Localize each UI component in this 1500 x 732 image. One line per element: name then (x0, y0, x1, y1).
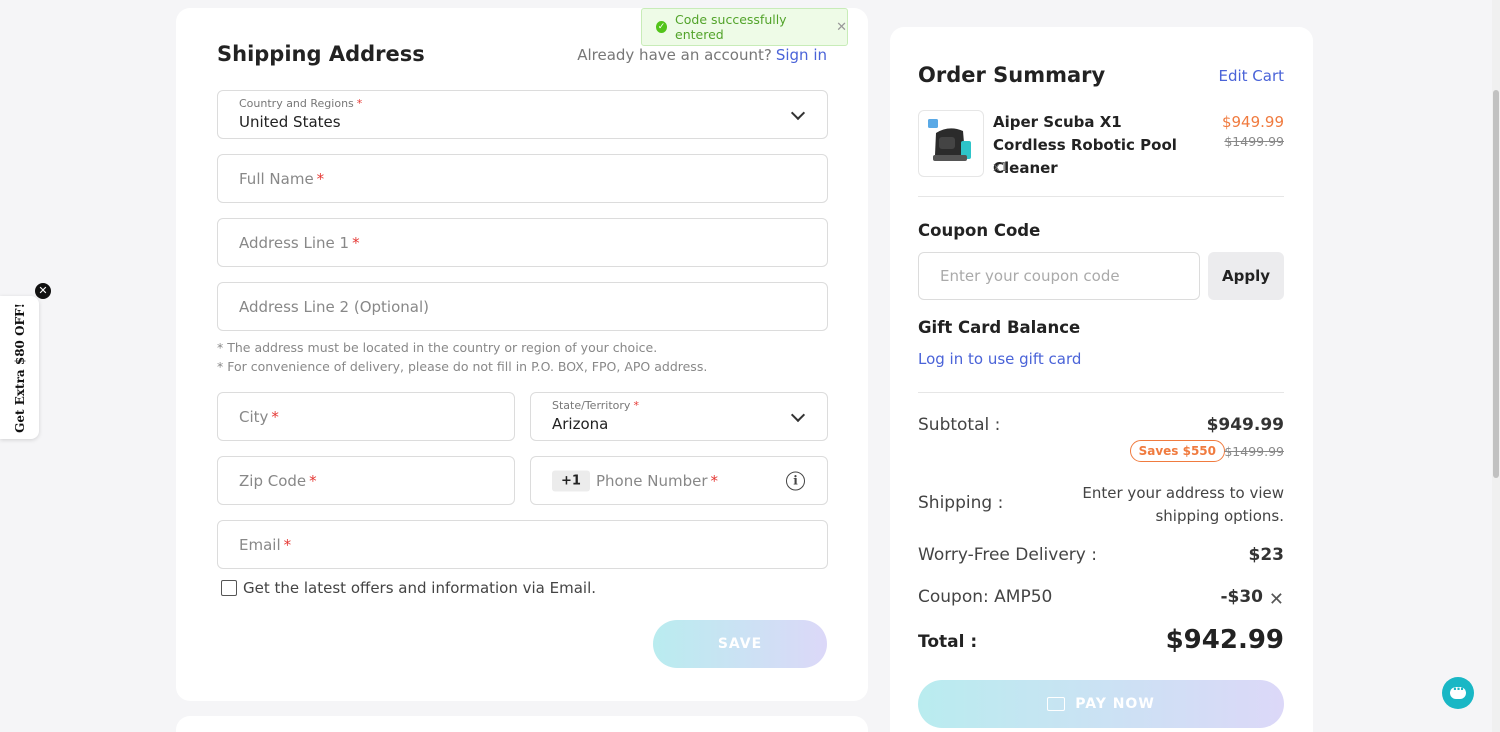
next-section-card (176, 716, 868, 732)
state-select[interactable]: State/Territory * Arizona (530, 392, 828, 441)
gift-card-title: Gift Card Balance (918, 318, 1081, 337)
address-line2-placeholder: Address Line 2 (Optional) (239, 297, 429, 316)
check-circle-icon: ✓ (656, 21, 668, 33)
shipping-label: Shipping : (918, 493, 1004, 513)
phone-prefix[interactable]: +1 (552, 470, 590, 491)
product-price: $949.99 (1221, 113, 1284, 131)
product-original-price: $1499.99 (1224, 134, 1284, 149)
address-line1-placeholder: Address Line 1 * (239, 233, 360, 252)
country-select[interactable]: Country and Regions * United States (217, 90, 828, 139)
product-name: Aiper Scuba X1 Cordless Robotic Pool Cle… (993, 113, 1177, 177)
scrollbar-thumb[interactable] (1493, 90, 1499, 478)
offers-label: Get the latest offers and information vi… (243, 579, 597, 597)
state-value: Arizona (552, 415, 609, 433)
phone-field[interactable]: +1 Phone Number * i (530, 456, 828, 505)
city-field[interactable]: City * (217, 392, 515, 441)
subtotal-original-price: $1499.99 (1224, 444, 1284, 459)
save-button[interactable]: SAVE (653, 620, 827, 668)
city-placeholder: City * (239, 407, 279, 426)
apply-button[interactable]: Apply (1208, 252, 1284, 300)
coupon-applied-label: Coupon: AMP50 (918, 587, 1053, 607)
pool-cleaner-icon (928, 119, 971, 161)
shipping-card: Shipping Address Already have an account… (176, 8, 868, 701)
phone-placeholder: Phone Number * (596, 471, 718, 490)
divider (918, 196, 1284, 197)
address-note-2: * For convenience of delivery, please do… (217, 359, 708, 374)
address-line2-field[interactable]: Address Line 2 (Optional) (217, 282, 828, 331)
divider (918, 392, 1284, 393)
product-qty: x1 (993, 160, 1008, 174)
promo-text: Get Extra $80 OFF! (13, 303, 27, 433)
chevron-down-icon (790, 407, 806, 422)
shipping-value: Enter your address to view shipping opti… (1082, 484, 1284, 525)
coupon-applied-value: -$30 (1220, 587, 1263, 607)
card-icon (1047, 697, 1066, 711)
scrollbar[interactable] (1492, 0, 1500, 732)
success-toast: ✓ Code successfully entered ✕ (641, 8, 848, 46)
promo-tab[interactable]: Get Extra $80 OFF! (0, 296, 39, 439)
pay-now-label: PAY NOW (1075, 696, 1155, 712)
email-placeholder: Email * (239, 535, 292, 554)
subtotal-label: Subtotal : (918, 415, 1001, 435)
worry-free-value: $23 (1248, 545, 1285, 565)
country-value: United States (239, 113, 341, 131)
total-value: $942.99 (1165, 625, 1284, 655)
chat-button[interactable] (1442, 677, 1474, 709)
coupon-title: Coupon Code (918, 221, 1041, 240)
toast-message: Code successfully entered (675, 12, 787, 42)
address-line1-field[interactable]: Address Line 1 * (217, 218, 828, 267)
coupon-placeholder: Enter your coupon code (940, 267, 1120, 285)
state-label: State/Territory * (552, 399, 639, 412)
product-image (918, 110, 984, 177)
saves-badge: Saves $550 (1129, 440, 1225, 462)
coupon-input[interactable]: Enter your coupon code (918, 252, 1200, 300)
edit-cart-link[interactable]: Edit Cart (1218, 67, 1284, 85)
chevron-down-icon (790, 105, 806, 120)
zip-placeholder: Zip Code * (239, 471, 317, 490)
worry-free-label: Worry-Free Delivery : (918, 545, 1097, 565)
full-name-placeholder: Full Name * (239, 169, 325, 188)
account-prompt-text: Already have an account? (577, 46, 772, 64)
zip-field[interactable]: Zip Code * (217, 456, 515, 505)
offers-checkbox[interactable] (221, 580, 237, 596)
country-label: Country and Regions * (239, 97, 363, 110)
shipping-title: Shipping Address (217, 42, 425, 66)
close-icon[interactable]: ✕ (836, 20, 847, 35)
info-icon[interactable]: i (786, 471, 805, 490)
account-prompt: Already have an account? Sign in (577, 46, 827, 64)
offers-checkbox-row[interactable]: Get the latest offers and information vi… (221, 579, 596, 597)
promo-close-icon[interactable]: ✕ (35, 283, 51, 299)
chat-icon (1450, 682, 1466, 699)
address-note-1: * The address must be located in the cou… (217, 340, 658, 355)
order-summary-card: Order Summary Edit Cart Aiper Scuba X1 C… (890, 27, 1313, 732)
signin-link[interactable]: Sign in (776, 46, 827, 64)
email-field[interactable]: Email * (217, 520, 828, 569)
remove-coupon-icon[interactable]: ✕ (1269, 589, 1284, 610)
gift-card-login-link[interactable]: Log in to use gift card (918, 350, 1081, 368)
pay-now-button[interactable]: PAY NOW (918, 680, 1284, 728)
order-summary-title: Order Summary (918, 63, 1106, 87)
full-name-field[interactable]: Full Name * (217, 154, 828, 203)
total-label: Total : (918, 632, 978, 652)
subtotal-value: $949.99 (1206, 415, 1284, 435)
